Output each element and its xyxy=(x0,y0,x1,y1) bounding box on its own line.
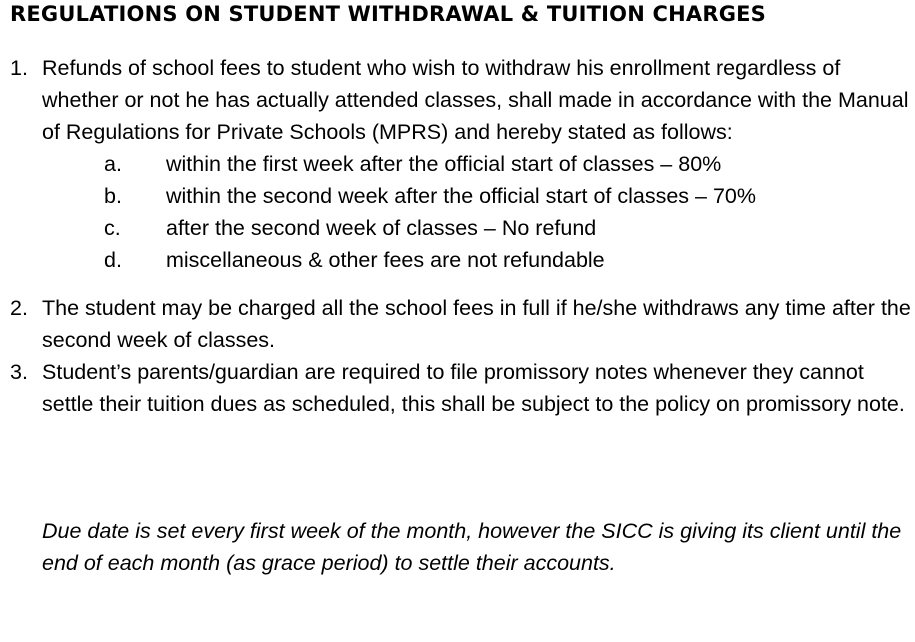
item-number: 3. xyxy=(10,360,28,384)
subitem-letter: b. xyxy=(104,184,122,208)
due-date-note: Due date is set every first week of the … xyxy=(42,519,902,575)
refund-subitem-a: a. within the first week after the offic… xyxy=(0,148,915,180)
item-number: 1. xyxy=(10,56,28,80)
subitem-text: after the second week of classes – No re… xyxy=(166,216,597,240)
regulation-item-2: 2. The student may be charged all the sc… xyxy=(0,292,915,356)
regulation-item-1: 1. Refunds of school fees to student who… xyxy=(0,52,915,148)
item-text: Student’s parents/guardian are required … xyxy=(42,360,905,416)
refund-subitem-d: d. miscellaneous & other fees are not re… xyxy=(0,244,915,276)
item-text: Refunds of school fees to student who wi… xyxy=(42,56,909,144)
item-number: 2. xyxy=(10,296,28,320)
subitem-text: within the second week after the officia… xyxy=(166,184,756,208)
refund-subitem-b: b. within the second week after the offi… xyxy=(0,180,915,212)
subitem-text: within the first week after the official… xyxy=(166,152,722,176)
subitem-text: miscellaneous & other fees are not refun… xyxy=(166,248,605,272)
regulations-list: 1. Refunds of school fees to student who… xyxy=(0,52,915,420)
regulation-item-3: 3. Student’s parents/guardian are requir… xyxy=(0,356,915,420)
subitem-letter: d. xyxy=(104,248,122,272)
subitem-letter: a. xyxy=(104,152,122,176)
item-text: The student may be charged all the schoo… xyxy=(42,296,911,352)
document-title: REGULATIONS ON STUDENT WITHDRAWAL & TUIT… xyxy=(10,2,766,26)
subitem-letter: c. xyxy=(104,216,121,240)
refund-schedule: a. within the first week after the offic… xyxy=(0,148,915,276)
refund-subitem-c: c. after the second week of classes – No… xyxy=(0,212,915,244)
